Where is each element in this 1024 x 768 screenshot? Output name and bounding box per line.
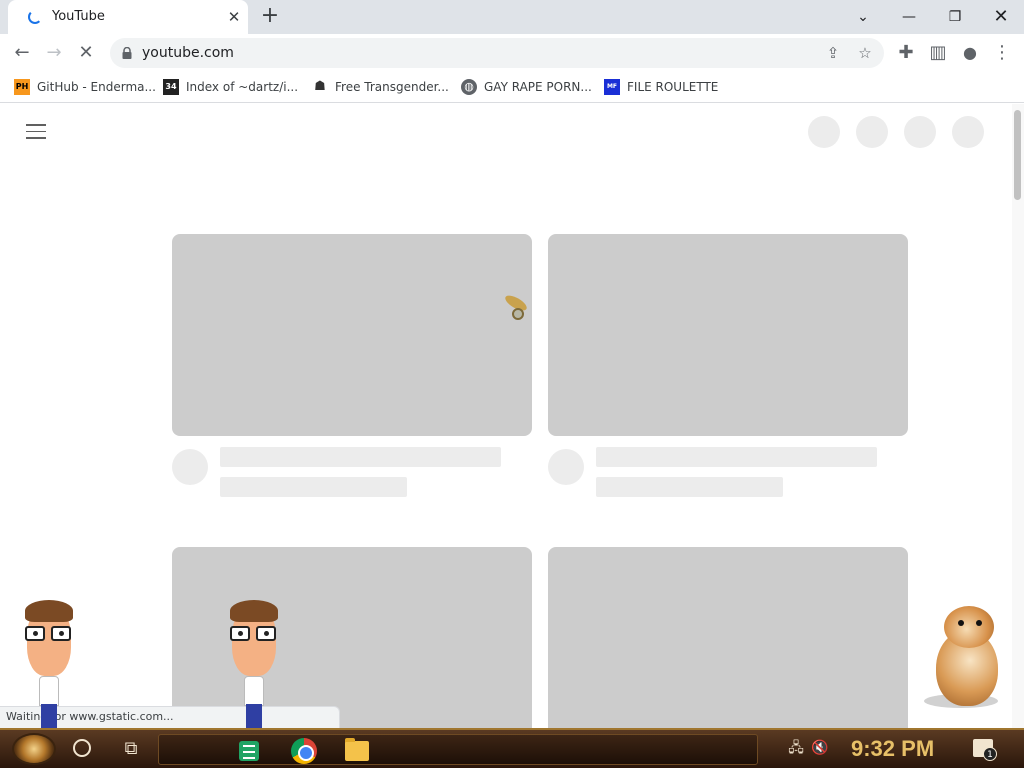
screen: YouTube ✕ + ⌄ — ❐ ✕ ← → ✕ youtube.com ⇪ … xyxy=(0,0,1024,768)
sheets-icon[interactable] xyxy=(239,741,259,761)
bookmark-free-transgender[interactable]: ☗ Free Transgender... xyxy=(312,77,449,97)
title-placeholder xyxy=(596,447,877,467)
meta-placeholder xyxy=(220,477,407,497)
channel-avatar-placeholder xyxy=(548,449,584,485)
site-icon: ☗ xyxy=(314,79,326,94)
page-scrollbar[interactable] xyxy=(1012,104,1024,728)
header-placeholder xyxy=(952,116,984,148)
tab-youtube[interactable]: YouTube ✕ xyxy=(8,0,248,34)
notification-badge: 1 xyxy=(983,747,997,761)
video-thumbnail-placeholder xyxy=(548,234,908,436)
youtube-page xyxy=(0,104,1012,728)
window-close-icon[interactable]: ✕ xyxy=(987,3,1015,31)
desktop-fly-sprite xyxy=(502,292,532,326)
browser-toolbar: ← → ✕ youtube.com ⇪ ☆ ✚ ▥ ● ⋮ xyxy=(0,34,1024,72)
video-thumbnail-placeholder xyxy=(172,547,532,728)
back-button[interactable]: ← xyxy=(9,40,35,66)
chrome-icon[interactable] xyxy=(291,738,317,764)
start-orb-icon[interactable] xyxy=(12,733,56,765)
share-icon[interactable]: ⇪ xyxy=(822,42,844,64)
tab-close-icon[interactable]: ✕ xyxy=(224,7,244,27)
bookmark-label: GitHub - Enderma... xyxy=(37,80,156,94)
globe-icon: ◍ xyxy=(461,79,477,95)
taskbar: ⧉ 🖧 🔇 9:32 PM 1 xyxy=(0,728,1024,768)
ph-icon: PH xyxy=(14,79,30,95)
header-placeholder xyxy=(808,116,840,148)
bookmark-label: FILE ROULETTE xyxy=(627,80,719,94)
taskbar-clock[interactable]: 9:32 PM xyxy=(851,736,934,762)
tab-strip: YouTube ✕ + ⌄ — ❐ ✕ xyxy=(0,0,1024,34)
tab-search-chevron-down-icon[interactable]: ⌄ xyxy=(849,3,877,31)
restore-icon[interactable]: ❐ xyxy=(941,3,969,31)
loading-spinner-icon xyxy=(28,10,42,24)
address-bar[interactable]: youtube.com ⇪ ☆ xyxy=(110,38,884,68)
desktop-character-sprite xyxy=(228,600,280,728)
meta-placeholder xyxy=(596,477,783,497)
new-tab-button[interactable]: + xyxy=(258,5,282,29)
kebab-menu-icon[interactable]: ⋮ xyxy=(989,40,1015,66)
volume-muted-icon[interactable]: 🔇 xyxy=(809,737,831,759)
lock-icon[interactable] xyxy=(122,47,132,59)
desktop-character-sprite xyxy=(23,600,75,728)
bookmark-label: GAY RAPE PORN... xyxy=(484,80,592,94)
forward-button[interactable]: → xyxy=(41,40,67,66)
side-panel-icon[interactable]: ▥ xyxy=(925,40,951,66)
directory-icon: 34 xyxy=(163,79,179,95)
stop-loading-button[interactable]: ✕ xyxy=(73,40,99,66)
url-text[interactable]: youtube.com xyxy=(142,45,234,61)
minimize-icon[interactable]: — xyxy=(895,3,923,31)
bookmark-label: Free Transgender... xyxy=(335,80,449,94)
extensions-puzzle-icon[interactable]: ✚ xyxy=(893,40,919,66)
bookmark-file-roulette[interactable]: MF FILE ROULETTE xyxy=(604,77,718,97)
channel-avatar-placeholder xyxy=(172,449,208,485)
file-explorer-icon[interactable] xyxy=(345,738,369,761)
cortana-circle-icon[interactable] xyxy=(73,739,91,757)
pinned-apps xyxy=(158,734,758,765)
bookmark-index-dartz[interactable]: 34 Index of ~dartz/i... xyxy=(163,77,298,97)
bookmark-globe[interactable]: ◍ GAY RAPE PORN... xyxy=(461,77,592,97)
video-thumbnail-placeholder xyxy=(172,234,532,436)
network-icon[interactable]: 🖧 xyxy=(785,737,807,759)
scrollbar-thumb[interactable] xyxy=(1014,110,1021,200)
tab-title: YouTube xyxy=(52,9,105,24)
profile-icon[interactable]: ● xyxy=(957,40,983,66)
file-roulette-icon: MF xyxy=(604,79,620,95)
desktop-hamster-sprite xyxy=(924,606,1006,710)
header-placeholder xyxy=(856,116,888,148)
bookmark-github[interactable]: PH GitHub - Enderma... xyxy=(14,77,156,97)
task-view-icon[interactable]: ⧉ xyxy=(120,738,142,760)
bookmark-star-icon[interactable]: ☆ xyxy=(854,42,876,64)
title-placeholder xyxy=(220,447,501,467)
header-placeholder xyxy=(904,116,936,148)
video-thumbnail-placeholder xyxy=(548,547,908,728)
bookmark-label: Index of ~dartz/i... xyxy=(186,80,299,94)
hamburger-menu-icon[interactable] xyxy=(26,124,46,140)
bookmarks-bar: PH GitHub - Enderma... 34 Index of ~dart… xyxy=(0,72,1024,103)
